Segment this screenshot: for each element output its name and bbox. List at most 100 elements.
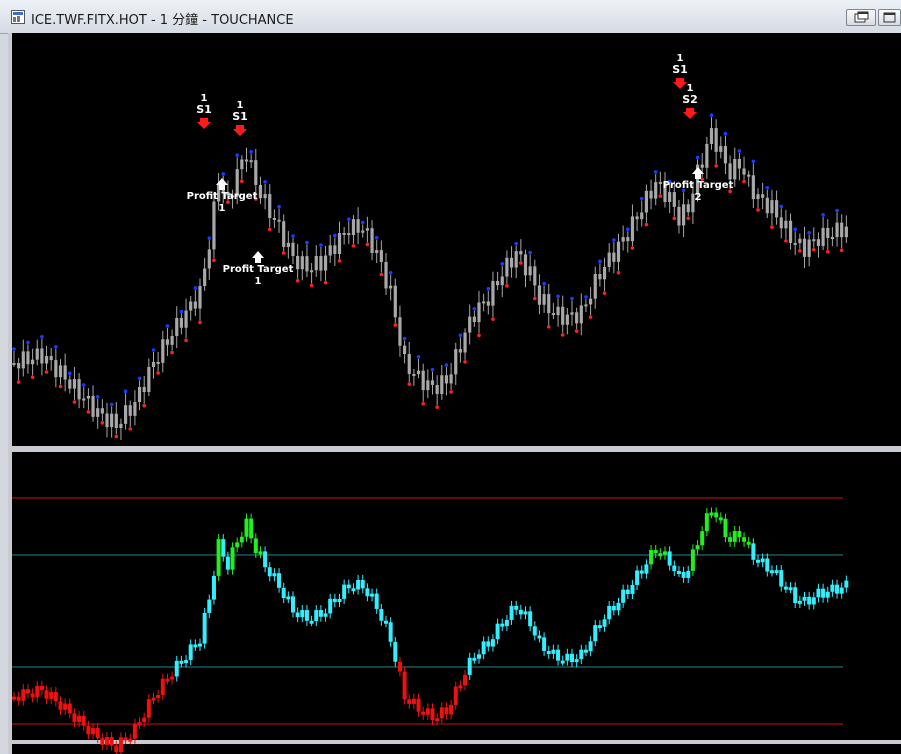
- osc-bar: [686, 570, 691, 578]
- price-bar: [268, 194, 272, 219]
- osc-bar: [593, 625, 598, 642]
- osc-bar: [611, 605, 616, 611]
- price-bar: [556, 306, 560, 316]
- price-bar: [458, 349, 462, 353]
- low-dot: [379, 272, 384, 277]
- osc-bar: [249, 518, 254, 539]
- price-bar: [798, 238, 802, 244]
- osc-bar: [77, 715, 82, 723]
- price-bar: [356, 219, 360, 233]
- price-bar: [337, 233, 342, 254]
- osc-bar: [53, 692, 58, 702]
- high-dot: [472, 306, 477, 311]
- price-bar: [477, 302, 481, 322]
- price-bar: [258, 184, 263, 199]
- osc-bar: [39, 685, 44, 691]
- low-dot: [198, 320, 202, 325]
- osc-bar: [630, 584, 635, 595]
- price-bar: [788, 220, 793, 243]
- high-dot: [249, 149, 253, 154]
- price-bar: [602, 266, 607, 280]
- price-bar: [840, 222, 844, 238]
- maximize-button[interactable]: [878, 9, 901, 26]
- low-dot: [588, 315, 593, 319]
- osc-bar: [807, 596, 812, 605]
- osc-bar: [388, 622, 393, 642]
- price-bar: [635, 216, 639, 220]
- price-panel[interactable]: [12, 33, 901, 446]
- osc-bar: [211, 575, 216, 600]
- osc-bar: [374, 593, 379, 609]
- low-dot: [44, 370, 49, 374]
- osc-bar: [718, 517, 723, 521]
- high-dot: [109, 402, 114, 407]
- price-bar: [440, 375, 444, 395]
- low-dot: [114, 434, 119, 439]
- price-bar: [584, 304, 588, 307]
- osc-bar: [793, 587, 798, 604]
- osc-bar: [35, 685, 40, 698]
- price-bar: [705, 143, 709, 168]
- osc-bar: [286, 596, 291, 600]
- osc-bar: [811, 597, 816, 605]
- osc-bar: [132, 723, 137, 739]
- price-bar: [328, 245, 332, 256]
- price-bar: [412, 373, 416, 376]
- osc-bar: [649, 550, 654, 565]
- osc-bar: [444, 707, 449, 715]
- osc-bar: [597, 625, 602, 629]
- price-bar: [426, 380, 430, 391]
- osc-bar: [67, 703, 72, 714]
- bottom-panel[interactable]: [12, 744, 901, 754]
- osc-bar: [690, 549, 695, 571]
- price-bar: [733, 159, 737, 180]
- restore-chart-button[interactable]: [846, 9, 876, 26]
- osc-bar: [700, 531, 705, 546]
- high-dot: [737, 149, 742, 153]
- high-dot: [333, 233, 337, 238]
- osc-bar: [12, 696, 16, 700]
- osc-bar: [514, 605, 519, 610]
- osc-bar: [258, 551, 263, 555]
- price-bar: [784, 220, 788, 229]
- low-dot: [449, 390, 453, 394]
- osc-bar: [607, 605, 612, 620]
- price-bar: [17, 363, 21, 369]
- price-bar: [821, 227, 825, 246]
- osc-bar: [644, 564, 649, 574]
- high-dot: [95, 394, 100, 399]
- price-bar: [375, 250, 379, 253]
- price-bar: [444, 375, 449, 384]
- osc-bar: [760, 558, 765, 563]
- price-bar: [514, 251, 518, 268]
- price-bar: [579, 305, 583, 324]
- price-bar: [542, 294, 546, 305]
- price-bar: [310, 270, 314, 273]
- osc-bar: [667, 551, 672, 566]
- osc-bar: [528, 611, 533, 627]
- low-dot: [184, 338, 188, 343]
- low-dot: [546, 325, 551, 329]
- price-bar: [612, 252, 616, 262]
- price-bar: [593, 274, 597, 299]
- price-bar: [100, 408, 104, 414]
- price-bar: [742, 168, 746, 175]
- osc-bar: [72, 713, 77, 723]
- osc-bar: [830, 584, 835, 592]
- price-bar: [672, 192, 676, 207]
- price-bar: [570, 312, 574, 315]
- maximize-icon: [883, 12, 896, 23]
- osc-bar: [751, 543, 756, 560]
- osc-bar: [821, 588, 826, 598]
- price-bar: [677, 206, 681, 226]
- osc-bar: [384, 620, 388, 624]
- price-bar: [830, 237, 834, 240]
- price-bar: [714, 128, 718, 152]
- osc-bar: [95, 728, 100, 739]
- price-bar: [826, 227, 830, 238]
- osc-bar: [146, 699, 151, 718]
- window-titlebar: ICE.TWF.FITX.HOT - 1 分鐘 - TOUCHANCE: [0, 0, 901, 34]
- low-dot: [351, 244, 356, 248]
- high-dot: [193, 286, 198, 290]
- sell-signal-label: S1: [672, 63, 688, 76]
